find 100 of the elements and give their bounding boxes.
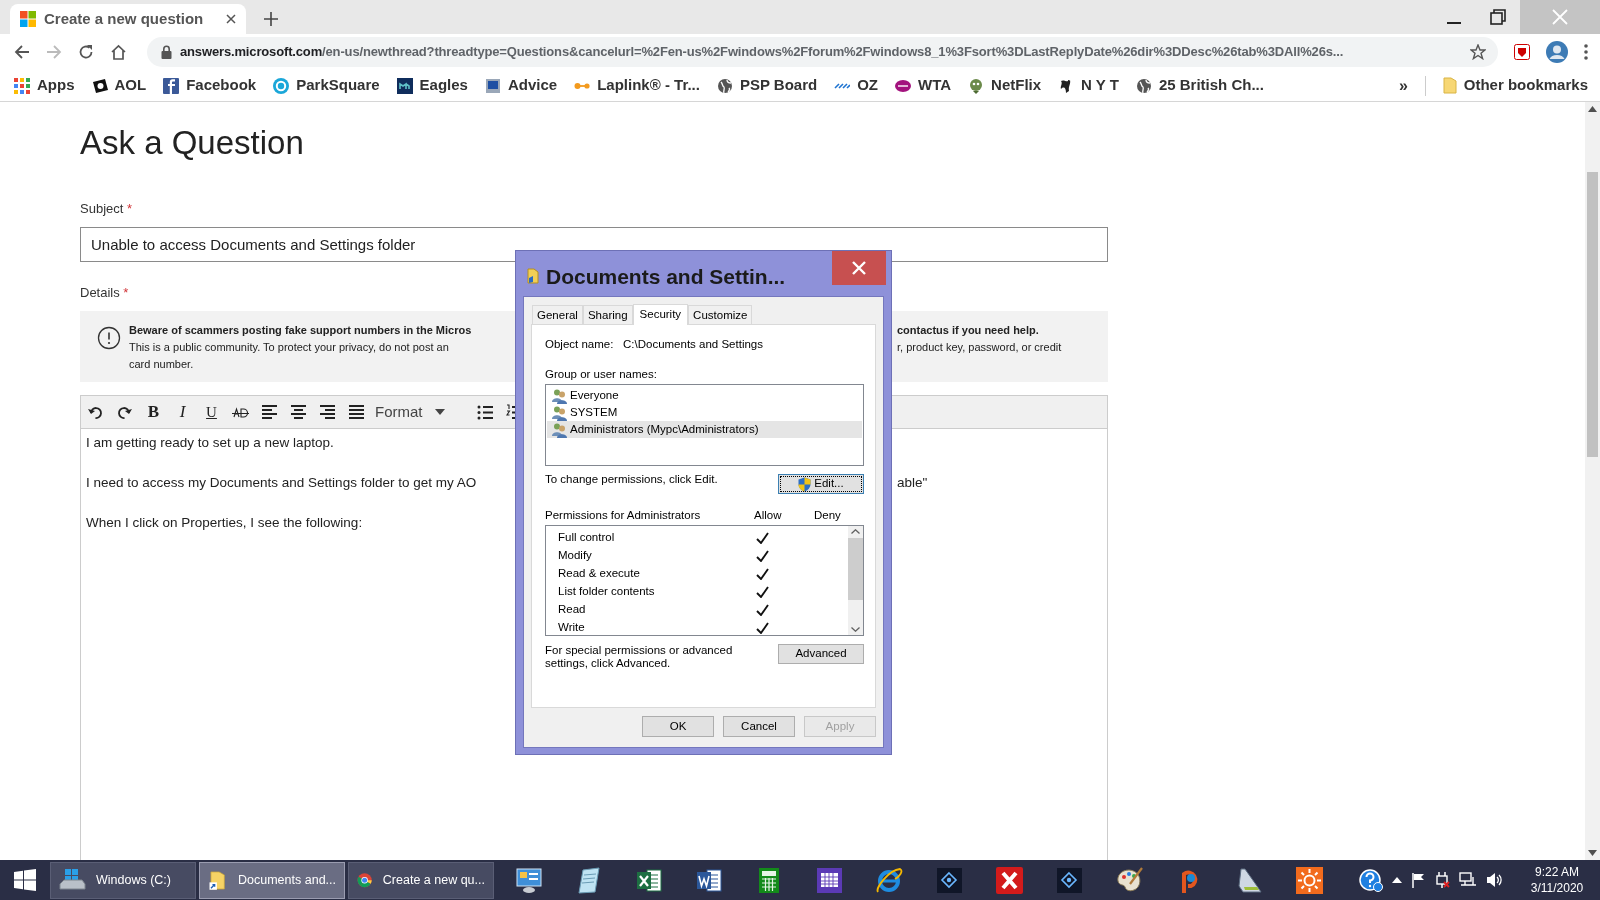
dialog-tab[interactable]: Security bbox=[632, 304, 689, 325]
bookmark-link[interactable]: Other bookmarks bbox=[1442, 74, 1588, 97]
caret-icon bbox=[435, 409, 445, 415]
scrollbar-thumb[interactable] bbox=[1587, 172, 1598, 457]
bookmark-link[interactable]: Apps bbox=[14, 74, 75, 97]
start-icon[interactable] bbox=[14, 869, 36, 891]
alert-icon bbox=[97, 326, 121, 350]
users-icon bbox=[551, 421, 567, 438]
close-icon[interactable] bbox=[226, 14, 236, 24]
align-left-icon[interactable] bbox=[261, 403, 278, 421]
user-row[interactable]: Administrators (Mypc\Administrators) bbox=[547, 421, 862, 438]
site-icon bbox=[163, 77, 180, 94]
field-label: Group or user names: bbox=[545, 367, 658, 382]
browser-icon[interactable] bbox=[874, 865, 904, 895]
bookmark-link[interactable]: Facebook bbox=[163, 74, 257, 97]
permission-row[interactable]: Modify bbox=[546, 547, 848, 565]
align-center-icon[interactable] bbox=[290, 403, 307, 421]
back-icon[interactable] bbox=[14, 44, 30, 60]
bookmark-link[interactable]: 25 British Ch... bbox=[1135, 74, 1264, 97]
dialog-button[interactable]: Cancel bbox=[723, 716, 795, 737]
bookmark-link[interactable]: PSP Board bbox=[716, 74, 818, 97]
required-mark: * bbox=[123, 285, 129, 300]
x-app-icon[interactable] bbox=[994, 865, 1024, 895]
advanced-button[interactable]: Advanced bbox=[778, 644, 864, 664]
scrollbar-thumb[interactable] bbox=[848, 538, 863, 600]
underline-button[interactable]: U bbox=[197, 397, 226, 427]
restore-icon[interactable] bbox=[1490, 9, 1506, 25]
caret-up-icon[interactable] bbox=[1392, 877, 1402, 883]
more-bookmarks-button[interactable]: » bbox=[1398, 73, 1408, 98]
dialog-tab[interactable]: Customize bbox=[688, 305, 753, 324]
bookmark-link[interactable]: ParkSquare bbox=[273, 74, 380, 97]
permission-row[interactable]: List folder contents bbox=[546, 583, 848, 601]
scroll-down-icon[interactable] bbox=[1588, 850, 1597, 856]
notice-text: r, product key, password, or credit bbox=[897, 340, 1062, 355]
star-icon[interactable] bbox=[1470, 44, 1486, 60]
site-icon bbox=[273, 77, 290, 94]
photo-app-icon[interactable] bbox=[934, 865, 964, 895]
permission-row[interactable]: Read bbox=[546, 601, 848, 619]
field-label: Details bbox=[80, 285, 121, 300]
help-icon[interactable] bbox=[1359, 868, 1383, 892]
avatar-icon[interactable] bbox=[1546, 41, 1568, 63]
flag-icon[interactable] bbox=[1411, 872, 1425, 888]
permission-row[interactable]: Full control bbox=[546, 529, 848, 547]
user-row[interactable]: Everyone bbox=[547, 387, 862, 404]
scroll-up-icon[interactable] bbox=[1588, 106, 1597, 112]
new-tab-icon[interactable] bbox=[264, 12, 278, 26]
extension-icon[interactable] bbox=[1514, 44, 1530, 60]
bookmark-link[interactable]: Advice bbox=[484, 74, 558, 97]
address-bar[interactable]: answers.microsoft.com/en-us/newthread?threadtype=Questions&cancelurl=%2Fen-us%2Fwindows%2Fforum%2Fwindows8_1%3Fsort%3DLastReplyDate%26dir%3DDesc%26tab%3DAll%26s... bbox=[147, 37, 1498, 67]
edit-button[interactable]: Edit... bbox=[778, 474, 864, 494]
shield-icon bbox=[798, 476, 812, 492]
bookmark-link[interactable]: WTA bbox=[895, 74, 952, 97]
bold-button[interactable]: B bbox=[139, 397, 168, 427]
power-icon[interactable] bbox=[1434, 871, 1450, 889]
paragraph-text: When I click on Properties, I see the following: bbox=[86, 514, 364, 532]
calendar-icon[interactable] bbox=[814, 865, 844, 895]
required-mark: * bbox=[127, 201, 133, 216]
bookmark-link[interactable]: Eagles bbox=[396, 74, 468, 97]
close-button[interactable] bbox=[832, 251, 886, 285]
dialog-tab[interactable]: General bbox=[532, 305, 583, 324]
folder-icon bbox=[527, 267, 539, 284]
home-icon[interactable] bbox=[110, 44, 127, 60]
lock-icon bbox=[161, 45, 172, 59]
bookmark-link[interactable]: Laplink® - Tr... bbox=[574, 74, 700, 97]
justify-icon[interactable] bbox=[348, 403, 365, 421]
permission-row[interactable]: Read & execute bbox=[546, 565, 848, 583]
taskbar-button[interactable]: Create a new qu... bbox=[348, 861, 494, 899]
check-icon bbox=[755, 622, 769, 634]
notice-text: This is a public community. To protect your privacy, do not post an bbox=[129, 340, 450, 355]
volume-icon[interactable] bbox=[1486, 872, 1503, 888]
column-header: Deny bbox=[814, 508, 841, 523]
permission-row[interactable]: Write bbox=[546, 619, 848, 635]
scroll-up-icon[interactable] bbox=[851, 529, 860, 534]
notice-text: contactus if you need help. bbox=[897, 323, 1040, 338]
clock-date: 3/11/2020 bbox=[1530, 880, 1584, 896]
sun-icon[interactable] bbox=[1294, 865, 1324, 895]
format-dropdown[interactable]: Format bbox=[371, 397, 455, 427]
italic-button[interactable]: I bbox=[168, 397, 197, 427]
dialog-tab[interactable]: Sharing bbox=[582, 305, 633, 324]
bookmark-link[interactable]: NetFlix bbox=[968, 74, 1042, 97]
user-row[interactable]: SYSTEM bbox=[547, 404, 862, 421]
bookmark-link[interactable]: OZ bbox=[834, 74, 878, 97]
network-icon[interactable] bbox=[1459, 871, 1477, 889]
taskbar-button[interactable]: Documents and... bbox=[199, 861, 345, 899]
bookmark-link[interactable]: AOL bbox=[91, 74, 147, 97]
dialog-button[interactable]: OK bbox=[642, 716, 714, 737]
scroll-down-icon[interactable] bbox=[851, 627, 860, 632]
photo-app-icon[interactable] bbox=[1054, 865, 1084, 895]
taskbar-button[interactable]: Windows (C:) bbox=[50, 861, 196, 899]
reload-icon[interactable] bbox=[78, 44, 94, 60]
notice-text: Beware of scammers posting fake support numbers in the Micros bbox=[129, 323, 473, 338]
bookmark-link[interactable]: N Y T bbox=[1058, 74, 1119, 97]
browser-tab[interactable]: Create a new question bbox=[10, 4, 246, 34]
align-right-icon[interactable] bbox=[319, 403, 336, 421]
site-icon bbox=[968, 77, 985, 94]
page-title: Ask a Question bbox=[80, 123, 305, 163]
menu-icon[interactable] bbox=[1584, 44, 1588, 60]
bullet-list-icon[interactable] bbox=[477, 403, 494, 421]
monitor-icon[interactable] bbox=[514, 865, 544, 895]
hint-text: To change permissions, click Edit. bbox=[545, 472, 718, 487]
